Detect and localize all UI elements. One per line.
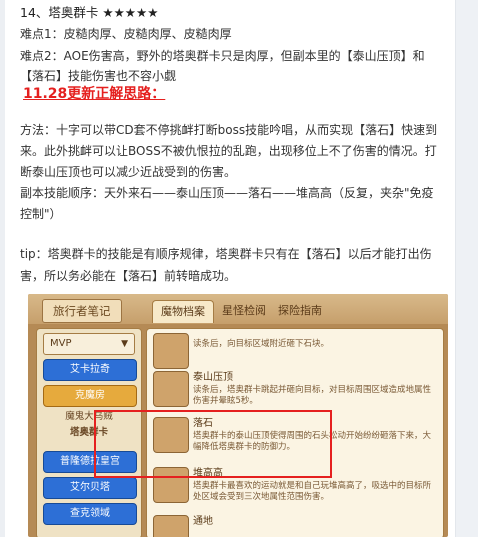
method-line2: 来。此外挑衅可以让BOSS不被仇恨拉的乱跑，出现移位上不了伤害的情况。打: [20, 144, 437, 158]
method-line3: 断泰山压顶也可以减少近战受到的伤害。: [20, 165, 237, 179]
skill-desc: 塔奥群卡最喜欢的运动就是和自己玩堆高高了，吸选中的目标所处区域会受到三次地属性范…: [193, 481, 432, 502]
tab-explore-guide[interactable]: 探险指南: [270, 300, 330, 322]
left-rail: [0, 0, 5, 537]
method-line1: 方法：十字可以带CD套不停挑衅打断boss技能吟唱，从而实现【落石】快速到: [20, 123, 438, 137]
location-button-selected[interactable]: 克魔房: [43, 385, 137, 407]
tab-star-review[interactable]: 星怪检阅: [214, 300, 274, 322]
difficulty-2-line1: 难点2：AOE伤害高，野外的塔奥群卡只是肉厚，但副本里的【泰山压顶】和: [20, 49, 425, 63]
slam-skill-icon: [153, 371, 189, 407]
right-rail: [455, 0, 478, 537]
tip-line1: tip：塔奥群卡的技能是有顺序规律，塔奥群卡只有在【落石】以后才能打出伤: [20, 247, 432, 261]
passage-skill-icon: [153, 515, 189, 537]
game-screenshot: 旅行者笔记 魔物档案 星怪检阅 探险指南 MVP ▼ 艾卡拉奇 克魔房 魔鬼大乌…: [28, 294, 448, 537]
section-title: 14、塔奥群卡 ★★★★★: [20, 5, 159, 20]
location-button[interactable]: 查克领域: [43, 503, 137, 525]
location-button[interactable]: 艾尔贝塔: [43, 477, 137, 499]
skill-desc: 读条后，向目标区域附近砸下石块。: [193, 339, 330, 349]
rock-skill-icon: [153, 333, 189, 369]
tip-line2: 害，所以务必能在【落石】前转暗成功。: [20, 269, 237, 283]
order-line2: 控制"）: [20, 207, 62, 221]
dropdown-value: MVP: [50, 338, 72, 349]
chevron-down-icon: ▼: [121, 339, 128, 349]
journal-header: 旅行者笔记 魔物档案 星怪检阅 探险指南: [28, 294, 448, 324]
difficulty-2-line2: 【落石】技能伤害也不容小觑: [20, 69, 177, 83]
location-button[interactable]: 艾卡拉奇: [43, 359, 137, 381]
mvp-dropdown[interactable]: MVP ▼: [43, 333, 135, 355]
skill-name: 泰山压顶: [193, 372, 233, 383]
skill-desc: 读条后，塔奥群卡跳起并砸向目标，对目标周围区域造成地属性伤害并晕眩5秒。: [193, 385, 432, 406]
highlight-box: [94, 410, 332, 478]
tab-monster-archive[interactable]: 魔物档案: [152, 300, 214, 323]
difficulty-1: 难点1：皮糙肉厚、皮糙肉厚、皮糙肉厚: [20, 27, 232, 41]
order-line1: 副本技能顺序：天外来石——泰山压顶——落石——堆高高（反复，夹杂"免疫: [20, 186, 434, 200]
update-heading: 11.28更新正解思路：: [23, 86, 166, 102]
journal-title: 旅行者笔记: [42, 299, 122, 323]
skill-name: 通地: [193, 516, 213, 527]
